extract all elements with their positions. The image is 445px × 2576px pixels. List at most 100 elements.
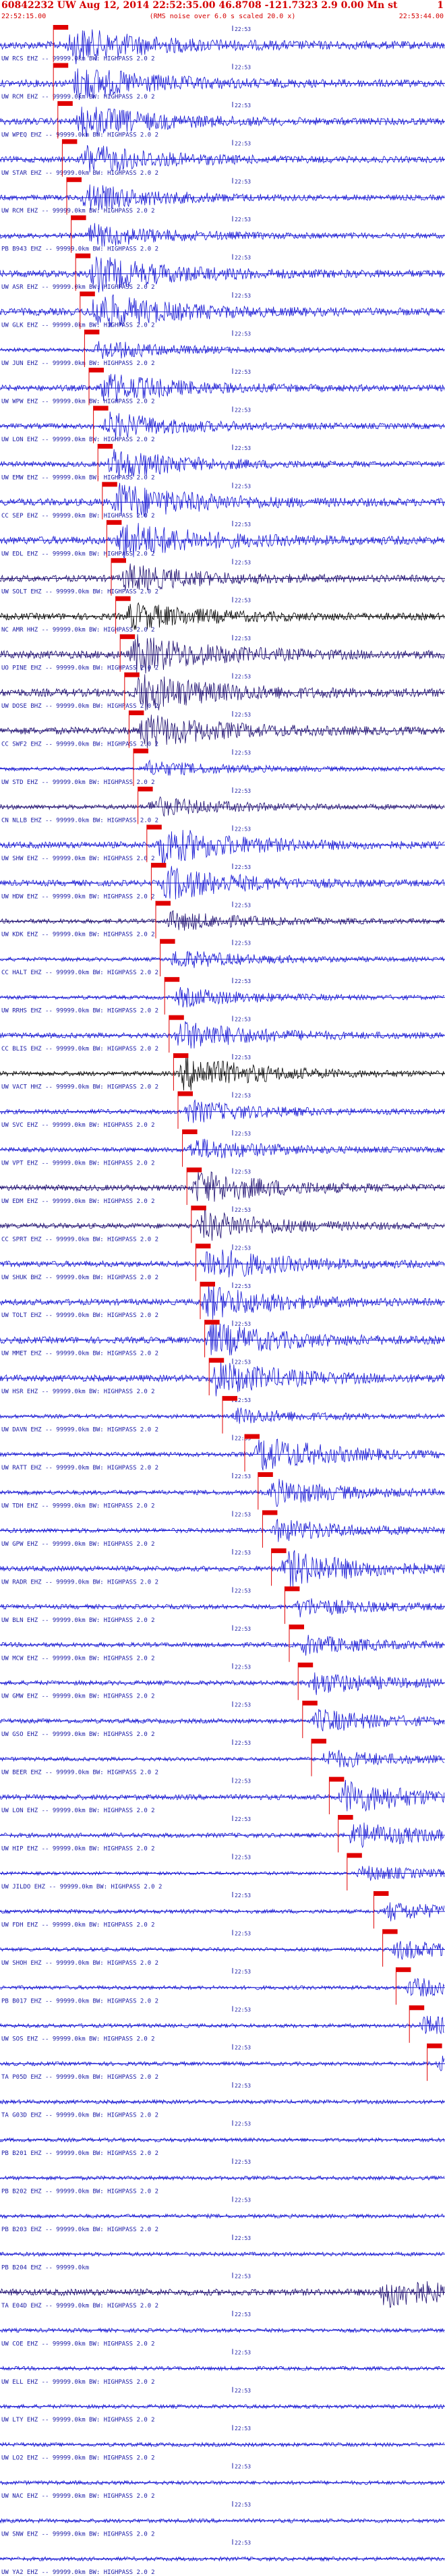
station-label: CC HALT EHZ -- 99999.0km BW: HIGHPASS 2.…	[1, 970, 158, 976]
station-trace-row: 22:53 UW RCM EHZ -- 99999.0km BW: HIGHPAS…	[0, 177, 445, 215]
station-trace-row: 22:53 PB B203 EHZ -- 99999.0km BW: HIGHPA…	[0, 2196, 445, 2233]
phase-pick-marker	[134, 748, 148, 754]
station-label: UW COE EHZ -- 99999.0km BW: HIGHPASS 2.0…	[1, 2341, 155, 2347]
station-label: CC SEP EHZ -- 99999.0km BW: HIGHPASS 2.0…	[1, 513, 155, 520]
time-tick-label: 22:53	[235, 902, 251, 908]
station-label: CC BLIS EHZ -- 99999.0km BW: HIGHPASS 2.…	[1, 1046, 158, 1053]
station-trace-row: 22:53 UW HIP EHZ -- 99999.0km BW: HIGHPAS…	[0, 1815, 445, 1853]
time-tick-label: 22:53	[235, 407, 251, 413]
station-trace-row: 22:53 PB B201 EHZ -- 99999.0km BW: HIGHPA…	[0, 2120, 445, 2157]
time-tick-label: 22:53	[235, 1245, 251, 1251]
station-label: UW MCW EHZ -- 99999.0km BW: HIGHPASS 2.0…	[1, 1655, 155, 1662]
time-tick-label: 22:53	[235, 522, 251, 528]
waveform	[0, 1021, 444, 1049]
station-label: PB B943 EHZ -- 99999.0km BW: HIGHPASS 2.…	[1, 246, 158, 253]
waveform	[0, 2055, 445, 2071]
time-tick-label: 22:53	[235, 1169, 251, 1175]
time-tick-label: 22:53	[235, 1626, 251, 1632]
phase-pick-marker	[329, 1776, 345, 1782]
time-tick-label: 22:53	[235, 1017, 251, 1023]
time-tick-label: 22:53	[235, 2197, 251, 2204]
station-label: UW ASR EHZ -- 99999.0km BW: HIGHPASS 2.0…	[1, 284, 155, 291]
time-tick-label: 22:53	[235, 1702, 251, 1708]
time-tick-label: 22:53	[235, 2273, 251, 2279]
phase-pick-marker	[200, 1281, 215, 1287]
station-label: UW EDL EHZ -- 99999.0km BW: HIGHPASS 2.0…	[1, 551, 155, 557]
station-label: UW WPW EHZ -- 99999.0km BW: HIGHPASS 2.0…	[1, 398, 155, 405]
station-trace-row: 22:53 UW JUN EHZ -- 99999.0km BW: HIGHPAS…	[0, 329, 445, 368]
waveform	[0, 2015, 444, 2035]
phase-pick-marker	[111, 558, 126, 563]
time-tick-label: 22:53	[235, 1321, 251, 1327]
seismogram-panel: 22:53 UW RCS EHZ -- 99999.0km BW: HIGHPAS…	[0, 25, 445, 2576]
time-tick-label: 22:53	[235, 64, 251, 70]
station-trace-row: 22:53 UW SOLT EHZ -- 99999.0km BW: HIGHPA…	[0, 558, 445, 596]
phase-pick-marker	[427, 2043, 442, 2048]
waveform	[0, 1249, 445, 1278]
waveform	[0, 1635, 445, 1656]
time-tick-label: 22:53	[235, 788, 251, 794]
station-trace-row: 22:53 UW GMW EHZ -- 99999.0km BW: HIGHPAS…	[0, 1662, 445, 1700]
station-label: UW RCM EHZ -- 99999.0km BW: HIGHPASS 2.0…	[1, 208, 155, 215]
phase-pick-marker	[396, 1967, 411, 1972]
station-label: UW STD EHZ -- 99999.0km BW: HIGHPASS 2.0…	[1, 779, 155, 786]
station-label: UW TOLT EHZ -- 99999.0km BW: HIGHPASS 2.…	[1, 1312, 158, 1319]
station-label: TA E04D EHZ -- 99999.0km BW: HIGHPASS 2.…	[1, 2303, 158, 2309]
time-tick-label: 22:53	[235, 1664, 251, 1670]
phase-pick-marker	[347, 1853, 362, 1858]
station-trace-row: 22:53 UW SHUK BHZ -- 99999.0km BW: HIGHPA…	[0, 1243, 445, 1281]
station-trace-row: 22:53 UW RRHS EHZ -- 99999.0km BW: HIGHPA…	[0, 977, 445, 1015]
phase-pick-marker	[204, 1320, 220, 1325]
phase-pick-marker	[169, 1015, 184, 1020]
station-trace-row: 22:53 UW GLK EHZ -- 99999.0km BW: HIGHPAS…	[0, 291, 445, 329]
station-trace-row: 22:53 UW SOS EHZ -- 99999.0km BW: HIGHPAS…	[0, 2005, 445, 2043]
station-trace-row: 22:53 UW VACT HHZ -- 99999.0km BW: HIGHPA…	[0, 1053, 445, 1091]
station-label: UW WPEQ EHZ -- 99999.0km BW: HIGHPASS 2.…	[1, 132, 158, 138]
time-tick-label: 22:53	[235, 559, 251, 565]
station-label: UW SHW EHZ -- 99999.0km BW: HIGHPASS 2.0…	[1, 856, 155, 862]
phase-pick-marker	[338, 1815, 353, 1820]
time-tick-label: 22:53	[235, 1740, 251, 1746]
station-label: UW SOS EHZ -- 99999.0km BW: HIGHPASS 2.0…	[1, 2036, 155, 2043]
phase-pick-marker	[120, 634, 136, 640]
phase-pick-marker	[196, 1243, 211, 1249]
time-tick-label: 22:53	[235, 712, 251, 718]
phase-pick-marker	[89, 368, 104, 373]
station-trace-row: 22:53 CC SWF2 EHZ -- 99999.0km BW: HIGHPA…	[0, 710, 445, 748]
station-trace-row: 22:53 UW LO2 EHZ -- 99999.0km BW: HIGHPAS…	[0, 2425, 445, 2462]
waveform	[0, 1598, 445, 1618]
time-tick-label: 22:53	[235, 1854, 251, 1860]
time-tick-label: 22:53	[235, 636, 251, 642]
time-tick-label: 22:53	[235, 1360, 251, 1366]
station-trace-row: 22:53 PB B204 EHZ -- 99999.0km	[0, 2234, 445, 2271]
time-tick-label: 22:53	[235, 1055, 251, 1061]
waveform	[0, 1708, 445, 1732]
time-tick-label: 22:53	[235, 103, 251, 109]
time-tick-label: 22:53	[235, 1893, 251, 1899]
time-tick-label: 22:53	[235, 1550, 251, 1556]
time-tick-label: 22:53	[235, 978, 251, 984]
station-trace-row: 22:53 PB B943 EHZ -- 99999.0km BW: HIGHPA…	[0, 215, 445, 253]
station-trace-row: 22:53 UW SVC EHZ -- 99999.0km BW: HIGHPAS…	[0, 1091, 445, 1129]
waveform	[0, 2365, 445, 2372]
phase-pick-marker	[271, 1548, 287, 1553]
station-trace-row: 22:53 UW GPW EHZ -- 99999.0km BW: HIGHPAS…	[0, 1510, 445, 1548]
station-label: UW EMW EHZ -- 99999.0km BW: HIGHPASS 2.0…	[1, 474, 155, 481]
time-tick-label: 22:53	[235, 2007, 251, 2013]
station-trace-row: 22:53 UW RCM EHZ -- 99999.0km BW: HIGHPAS…	[0, 63, 445, 101]
station-trace-row: 22:53 UW LON EHZ -- 99999.0km BW: HIGHPAS…	[0, 405, 445, 443]
phase-pick-marker	[124, 672, 140, 677]
time-tick-label: 22:53	[235, 2121, 251, 2127]
station-label: UW SVC EHZ -- 99999.0km BW: HIGHPASS 2.0…	[1, 1122, 155, 1129]
station-trace-row: 22:53 UW WPW EHZ -- 99999.0km BW: HIGHPAS…	[0, 368, 445, 405]
station-label: UW BLN EHZ -- 99999.0km BW: HIGHPASS 2.0…	[1, 1617, 155, 1624]
station-label: UW SHOH EHZ -- 99999.0km BW: HIGHPASS 2.…	[1, 1960, 158, 1967]
station-label: UO PINE EHZ -- 99999.0km BW: HIGHPASS 2.…	[1, 665, 158, 672]
phase-pick-marker	[173, 1053, 189, 1059]
station-trace-row: 22:53 NC AMR HHZ -- 99999.0km BW: HIGHPAS…	[0, 596, 445, 634]
waveform	[0, 602, 445, 630]
waveform	[0, 1780, 445, 1812]
station-trace-row: 22:53UW RATT EHZ -- 99999.0km BW: HIGHPA…	[0, 1434, 445, 1472]
phase-pick-marker	[62, 139, 78, 144]
station-label: UW SHUK BHZ -- 99999.0km BW: HIGHPASS 2.…	[1, 1275, 158, 1281]
